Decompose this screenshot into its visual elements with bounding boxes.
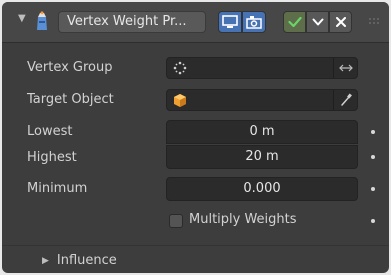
collapse-arrow-icon[interactable]: ▼ bbox=[18, 13, 26, 24]
camera-icon bbox=[246, 16, 262, 29]
lowest-keyframe-dot[interactable] bbox=[371, 130, 375, 134]
target-object-field[interactable] bbox=[166, 89, 358, 111]
lowest-field[interactable]: 0 m bbox=[166, 120, 358, 144]
display-in-viewport-button[interactable] bbox=[218, 11, 242, 33]
extra-options-dropdown[interactable] bbox=[306, 11, 329, 33]
render-button[interactable] bbox=[242, 11, 266, 33]
modifier-panel: ▼ Vertex Weight Pr... Vertex Group Targe… bbox=[2, 2, 389, 273]
modifier-header: ▼ Vertex Weight Pr... bbox=[2, 2, 389, 43]
minimum-label: Minimum bbox=[27, 181, 88, 196]
apply-button[interactable] bbox=[283, 11, 306, 33]
highest-keyframe-dot[interactable] bbox=[371, 155, 375, 159]
expand-arrow-icon: ▶ bbox=[42, 255, 49, 266]
vertex-weight-modifier-icon bbox=[37, 11, 47, 30]
swap-arrows-icon[interactable] bbox=[339, 62, 353, 74]
minimum-keyframe-dot[interactable] bbox=[371, 187, 375, 191]
monitor-icon bbox=[222, 15, 238, 28]
vertex-group-label: Vertex Group bbox=[27, 60, 113, 75]
checkmark-icon bbox=[287, 16, 302, 28]
minimum-field[interactable]: 0.000 bbox=[166, 177, 358, 201]
modifier-name-field[interactable]: Vertex Weight Pr... bbox=[58, 11, 206, 33]
vertex-group-field[interactable] bbox=[166, 57, 358, 79]
highest-label: Highest bbox=[27, 150, 77, 165]
delete-modifier-button[interactable] bbox=[329, 11, 352, 33]
lowest-label: Lowest bbox=[27, 124, 73, 139]
multiply-weights-checkbox[interactable] bbox=[169, 214, 183, 228]
highest-field[interactable]: 20 m bbox=[166, 145, 358, 169]
chevron-down-icon bbox=[312, 18, 323, 26]
close-icon bbox=[335, 17, 346, 27]
influence-label: Influence bbox=[56, 253, 117, 268]
object-icon bbox=[174, 94, 186, 107]
multiply-weights-label: Multiply Weights bbox=[189, 212, 297, 227]
multiply-weights-keyframe-dot[interactable] bbox=[371, 219, 375, 223]
drag-grip-icon[interactable] bbox=[368, 17, 382, 27]
subpanel-divider bbox=[2, 245, 389, 246]
influence-subpanel-header[interactable]: ▶ Influence bbox=[42, 253, 117, 268]
target-object-label: Target Object bbox=[27, 92, 114, 107]
vertex-group-icon bbox=[173, 61, 187, 75]
eyedropper-icon[interactable] bbox=[340, 93, 352, 107]
